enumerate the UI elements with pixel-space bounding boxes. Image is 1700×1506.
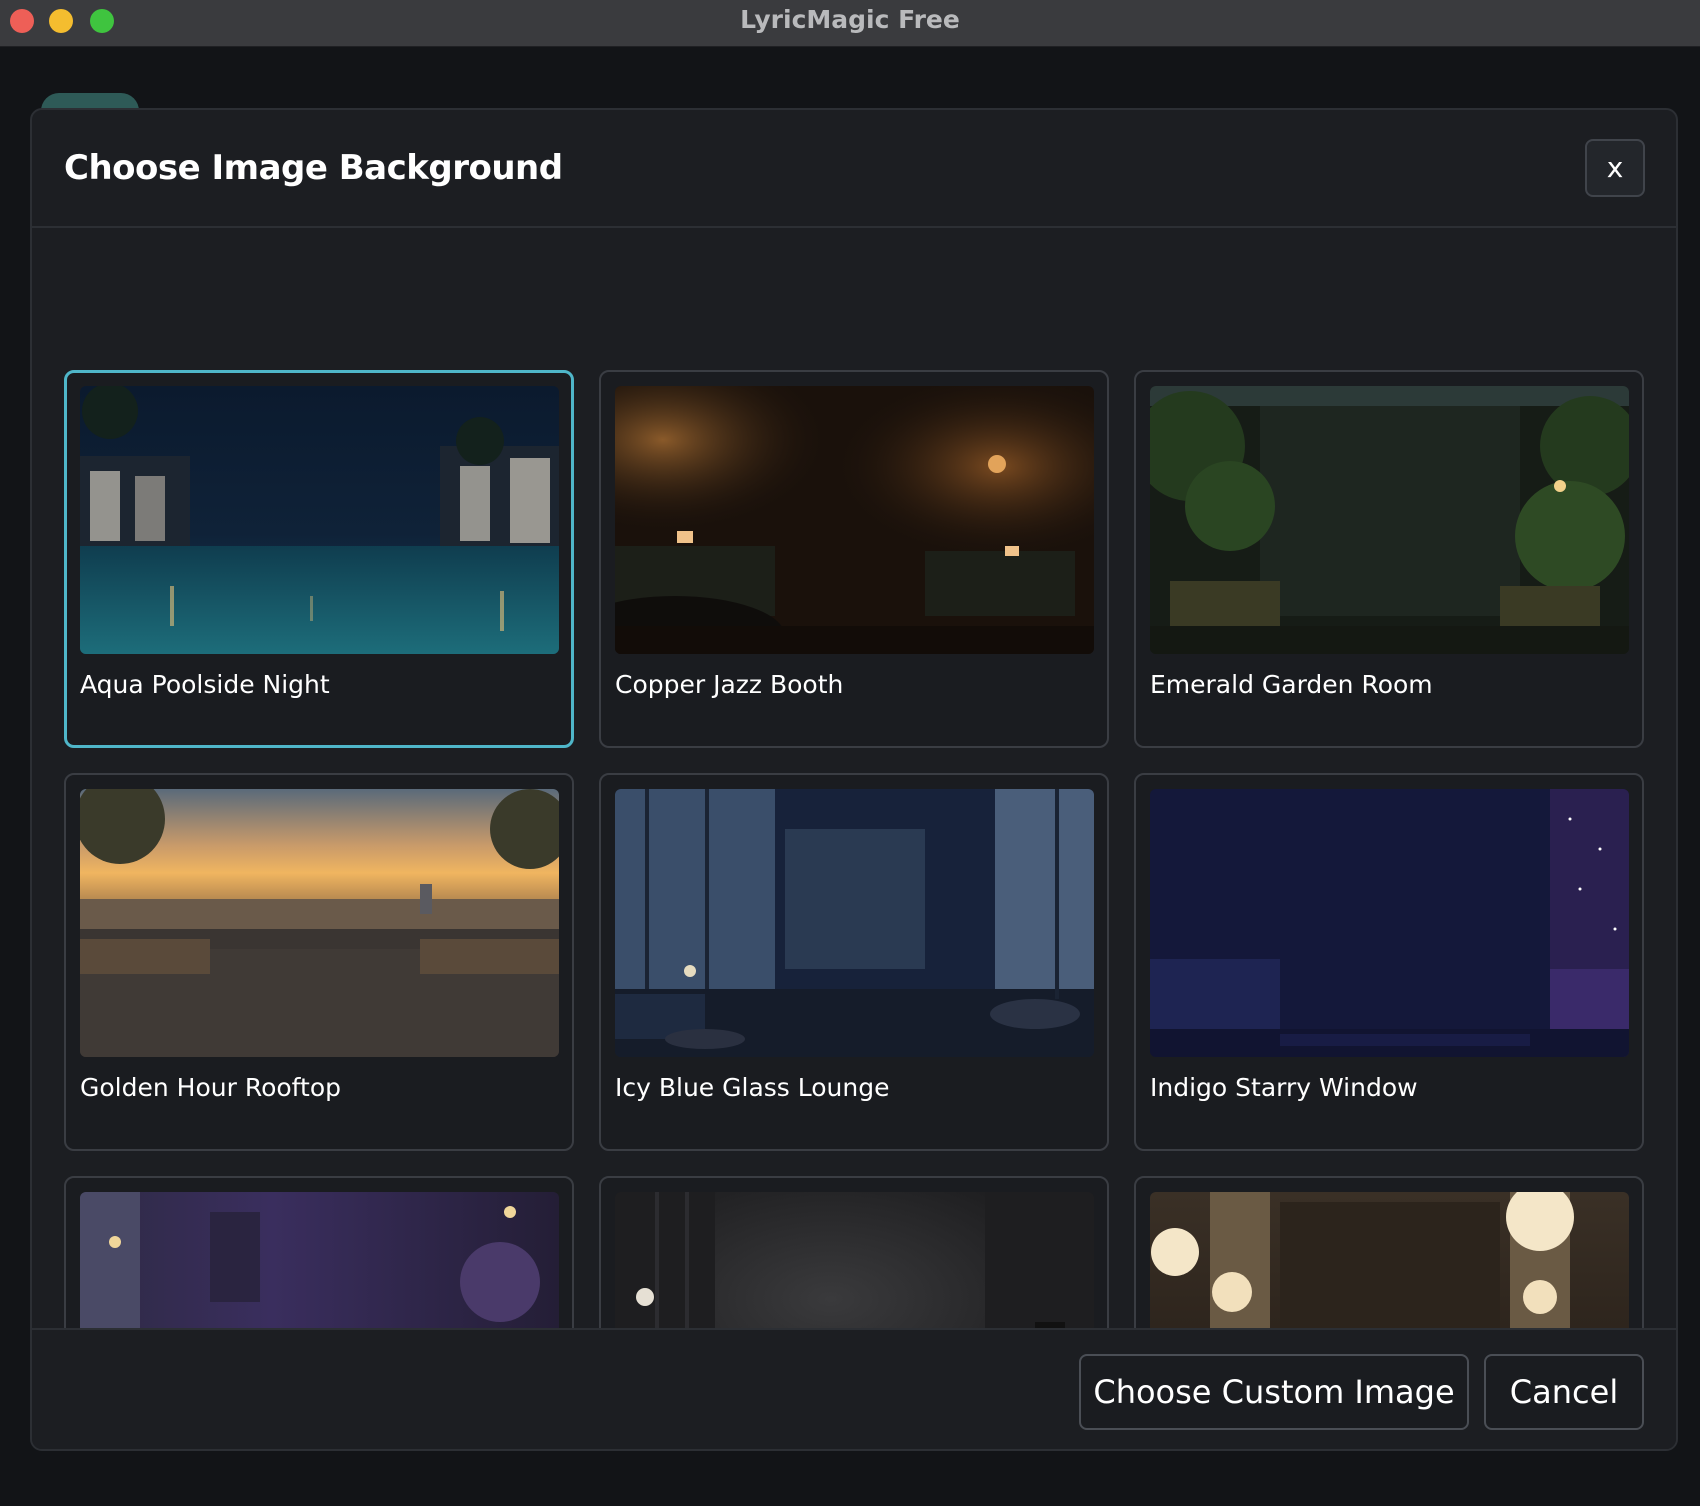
aqua-poolside-night-thumbnail (80, 386, 559, 654)
background-card-label: Icy Blue Glass Lounge (615, 1073, 890, 1102)
dialog-header: Choose Image Background x (32, 110, 1676, 228)
window-titlebar: LyricMagic Free (0, 0, 1700, 47)
background-card-label: Emerald Garden Room (1150, 670, 1433, 699)
dialog-title: Choose Image Background (64, 148, 563, 188)
close-dialog-button[interactable]: x (1585, 139, 1645, 197)
copper-jazz-booth-thumbnail (615, 386, 1094, 654)
background-card-copper-jazz-booth[interactable]: Copper Jazz Booth (599, 370, 1109, 748)
background-card-golden-hour-rooftop[interactable]: Golden Hour Rooftop (64, 773, 574, 1151)
background-card-label: Aqua Poolside Night (80, 670, 330, 699)
choose-background-dialog: Choose Image Background x Aqua Poolside … (30, 108, 1678, 1451)
background-card-label: Golden Hour Rooftop (80, 1073, 341, 1102)
window-title: LyricMagic Free (740, 5, 960, 34)
background-card-icy-blue-glass-lounge[interactable]: Icy Blue Glass Lounge (599, 773, 1109, 1151)
background-card-indigo-starry-window[interactable]: Indigo Starry Window (1134, 773, 1644, 1151)
background-card-emerald-garden-room[interactable]: Emerald Garden Room (1134, 370, 1644, 748)
icy-blue-glass-lounge-thumbnail (615, 789, 1094, 1057)
background-card-label: Copper Jazz Booth (615, 670, 844, 699)
dialog-footer: Choose Custom Image Cancel (32, 1328, 1676, 1449)
indigo-starry-window-thumbnail (1150, 789, 1629, 1057)
choose-custom-image-button[interactable]: Choose Custom Image (1079, 1354, 1469, 1430)
emerald-garden-room-thumbnail (1150, 386, 1629, 654)
background-grid[interactable]: Aqua Poolside Night Copper Jazz Booth Em… (32, 228, 1676, 1435)
background-card-aqua-poolside-night[interactable]: Aqua Poolside Night (64, 370, 574, 748)
cancel-button[interactable]: Cancel (1484, 1354, 1644, 1430)
golden-hour-rooftop-thumbnail (80, 789, 559, 1057)
background-card-label: Indigo Starry Window (1150, 1073, 1418, 1102)
